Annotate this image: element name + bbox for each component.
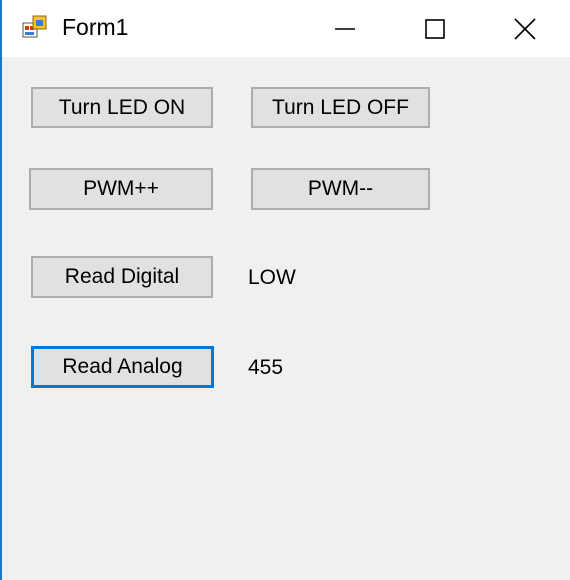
form-window: Form1 Turn LED ON Turn LED OFF PWM++ PWM…: [0, 0, 570, 580]
digital-value-label: LOW: [248, 266, 296, 289]
maximize-button[interactable]: [390, 0, 480, 57]
analog-value-label: 455: [248, 356, 284, 379]
read-analog-button[interactable]: Read Analog: [31, 346, 214, 388]
turn-led-on-button[interactable]: Turn LED ON: [31, 87, 213, 128]
read-digital-button[interactable]: Read Digital: [31, 256, 213, 298]
minimize-button[interactable]: [300, 0, 390, 57]
turn-led-off-button[interactable]: Turn LED OFF: [251, 87, 430, 128]
winforms-app-icon: [22, 15, 47, 38]
minimize-icon: [335, 27, 355, 30]
close-button[interactable]: [480, 0, 570, 57]
pwm-increase-button[interactable]: PWM++: [29, 168, 213, 210]
maximize-icon: [425, 18, 445, 39]
title-bar[interactable]: Form1: [2, 0, 570, 57]
pwm-decrease-button[interactable]: PWM--: [251, 168, 430, 210]
close-icon: [514, 17, 536, 40]
window-title: Form1: [62, 14, 129, 40]
